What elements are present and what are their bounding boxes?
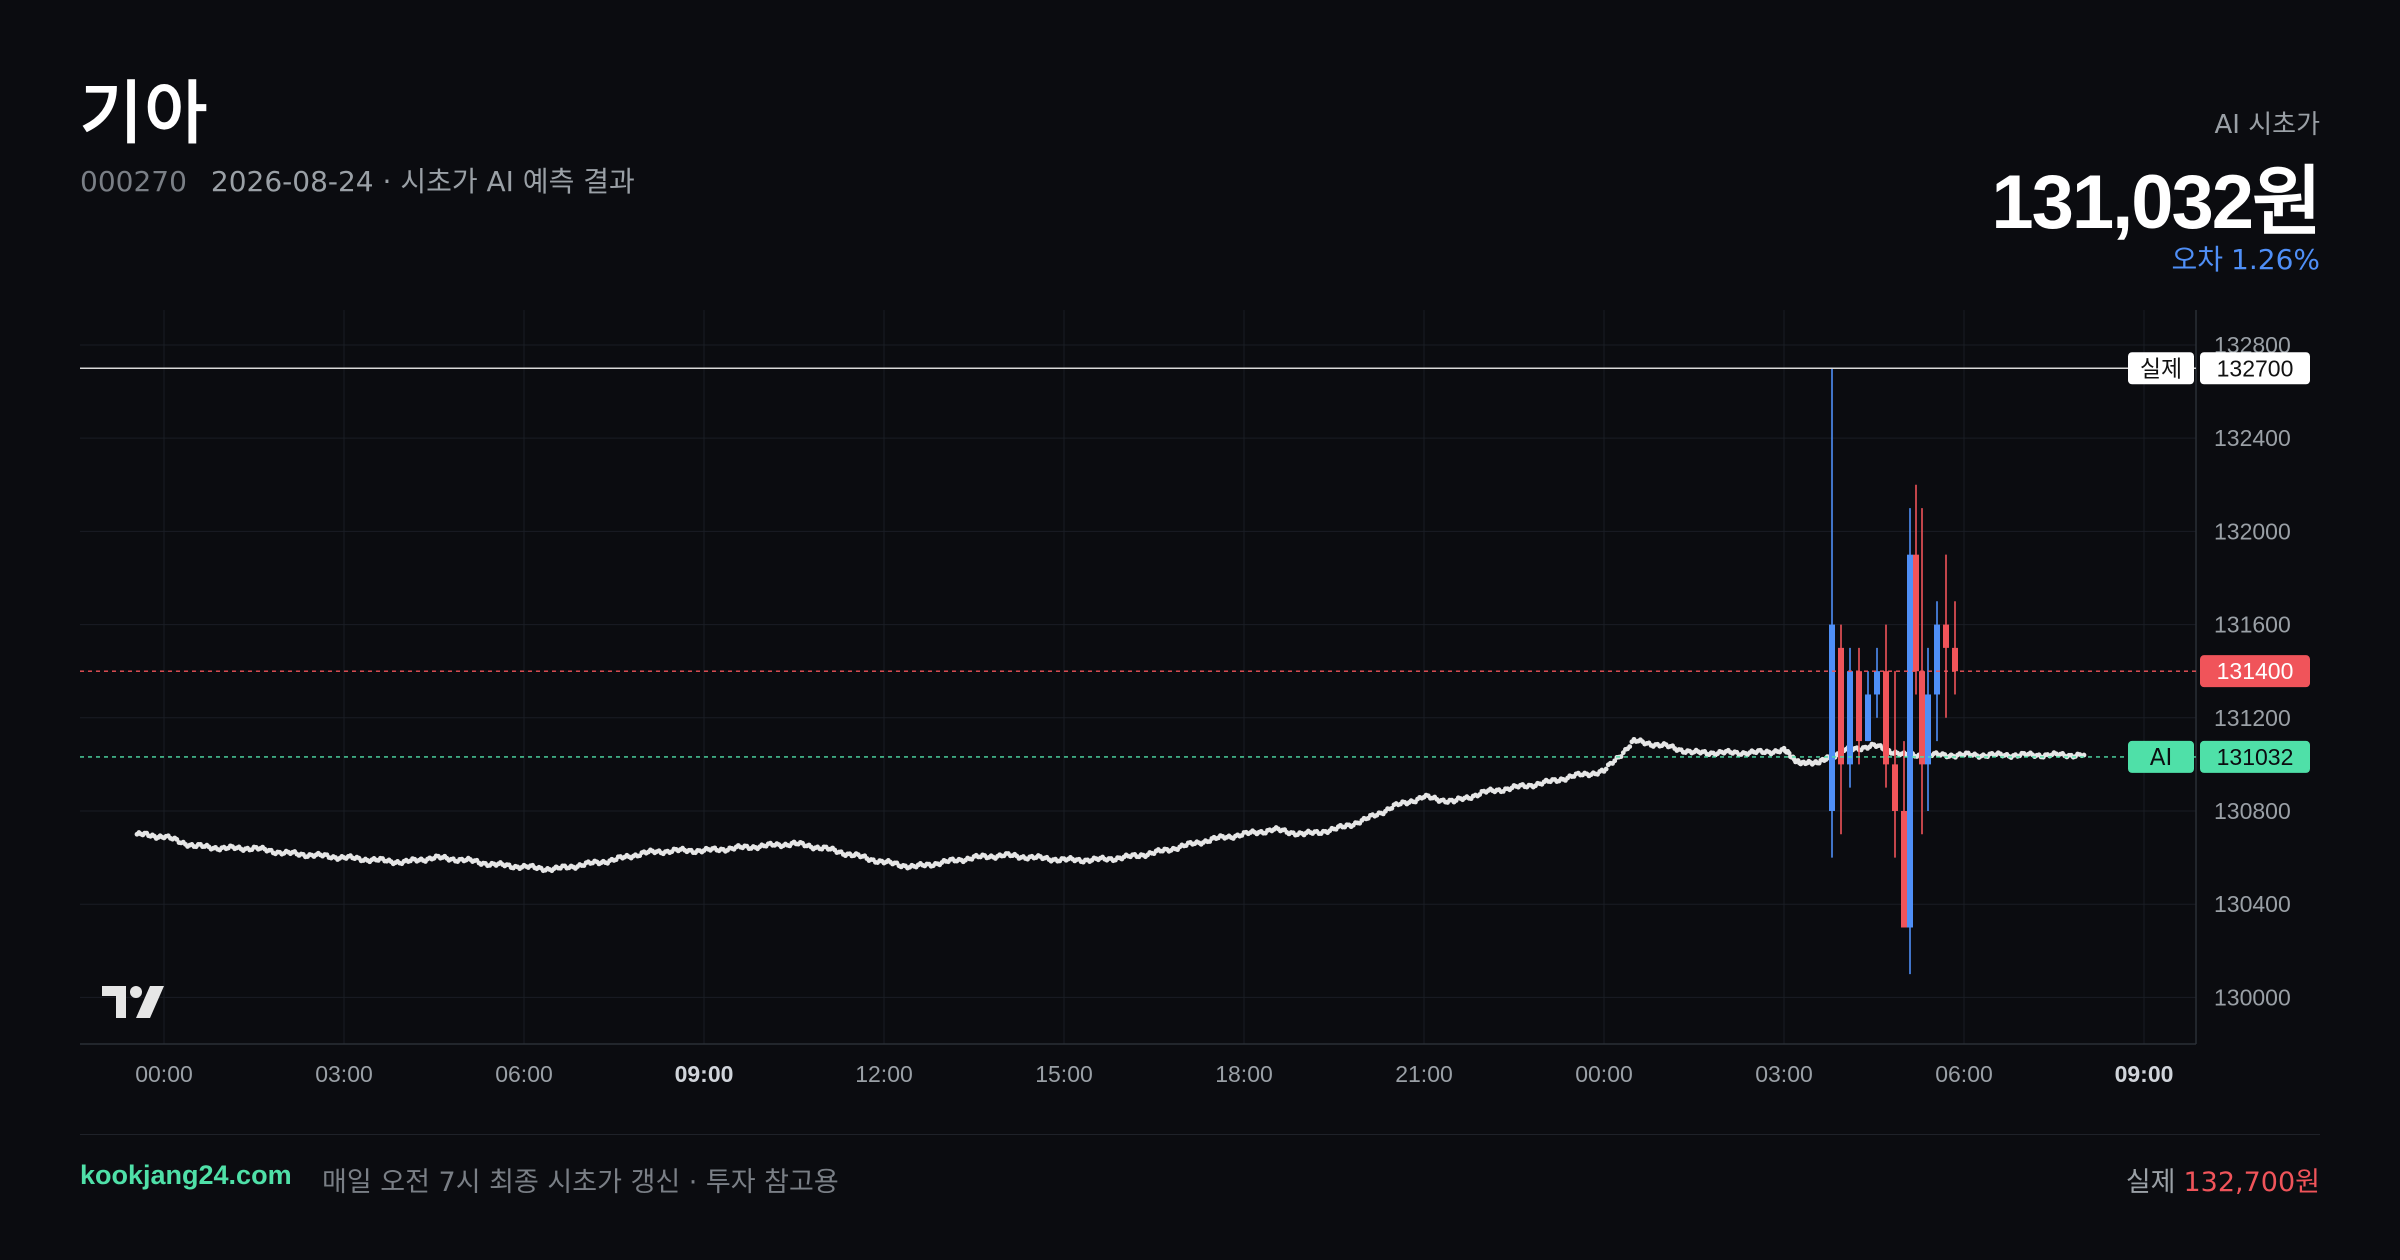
candle-body [1892, 764, 1898, 811]
footer-divider [80, 1134, 2320, 1135]
candle-body [1829, 624, 1835, 811]
candle-body [1952, 647, 1958, 672]
x-tick-label: 21:00 [1395, 1061, 1453, 1087]
price-badge-label: 131400 [2217, 658, 2294, 684]
y-tick-label: 130000 [2214, 984, 2291, 1010]
y-tick-label: 131200 [2214, 705, 2291, 731]
error-label: 오차 [2171, 243, 2224, 276]
candle-body [1934, 624, 1940, 695]
price-badge-label: 131032 [2217, 744, 2294, 770]
candle-body [1874, 671, 1880, 695]
footer-site-link[interactable]: kookjang24.com [80, 1160, 292, 1191]
candle-body [1913, 554, 1919, 672]
price-chart[interactable]: 130000 130400 130800 131200 131600 132000 1324… [0, 300, 2400, 1100]
candle-body [1856, 671, 1862, 742]
ai-prediction-label: AI 시초가 [2214, 110, 2320, 140]
x-tick-label: 18:00 [1215, 1061, 1273, 1087]
y-tick-label: 130800 [2214, 798, 2291, 824]
actual-value: 132,700원 [2183, 1167, 2321, 1198]
candle-body [1838, 647, 1844, 765]
stock-code: 000270 [80, 165, 187, 198]
x-tick-label: 00:00 [135, 1061, 193, 1087]
actual-label: 실제 [2125, 1167, 2176, 1198]
x-tick-label: 09:00 [675, 1061, 734, 1087]
x-tick-label: 15:00 [1035, 1061, 1093, 1087]
footer-actual-price: 실제 132,700원 [2126, 1160, 2320, 1199]
candle-body [1865, 694, 1871, 742]
stock-subtitle-line: 000270 2026-08-24 · 시초가 AI 예측 결과 [80, 160, 635, 200]
x-tick-label: 09:00 [2115, 1061, 2174, 1087]
candle-body [1925, 694, 1931, 765]
x-tick-label: 06:00 [495, 1061, 553, 1087]
candle-body [1907, 554, 1913, 928]
series-point [1603, 766, 1609, 772]
series-name-badge-label: AI [2150, 745, 2173, 771]
series-point [1627, 744, 1633, 749]
ai-prediction-value: 131,032원 [1991, 160, 2322, 245]
candle-body [1883, 671, 1889, 765]
y-tick-label: 131600 [2214, 612, 2291, 638]
candle-body [1919, 671, 1925, 765]
y-tick-label: 132400 [2214, 425, 2291, 451]
price-badge-label: 132700 [2217, 355, 2294, 381]
candle-body [1943, 624, 1949, 648]
x-tick-label: 00:00 [1575, 1061, 1633, 1087]
candle-body [1847, 671, 1853, 765]
x-tick-label: 12:00 [855, 1061, 913, 1087]
tradingview-logo-icon [102, 986, 164, 1018]
x-tick-label: 03:00 [315, 1061, 373, 1087]
stock-title: 기아 [80, 75, 210, 154]
footer-note: 매일 오전 7시 최종 시초가 갱신 · 투자 참고용 [322, 1167, 839, 1198]
y-tick-label: 130400 [2214, 891, 2291, 917]
prediction-error: 오차 1.26% [2172, 238, 2320, 278]
candle-body [1901, 810, 1907, 928]
y-tick-label: 132000 [2214, 518, 2291, 544]
error-value: 1.26% [2231, 243, 2320, 276]
date-subtitle: 2026-08-24 · 시초가 AI 예측 결과 [210, 165, 635, 198]
x-tick-label: 06:00 [1935, 1061, 1993, 1087]
series-name-badge-label: 실제 [2140, 356, 2182, 382]
x-tick-label: 03:00 [1755, 1061, 1813, 1087]
